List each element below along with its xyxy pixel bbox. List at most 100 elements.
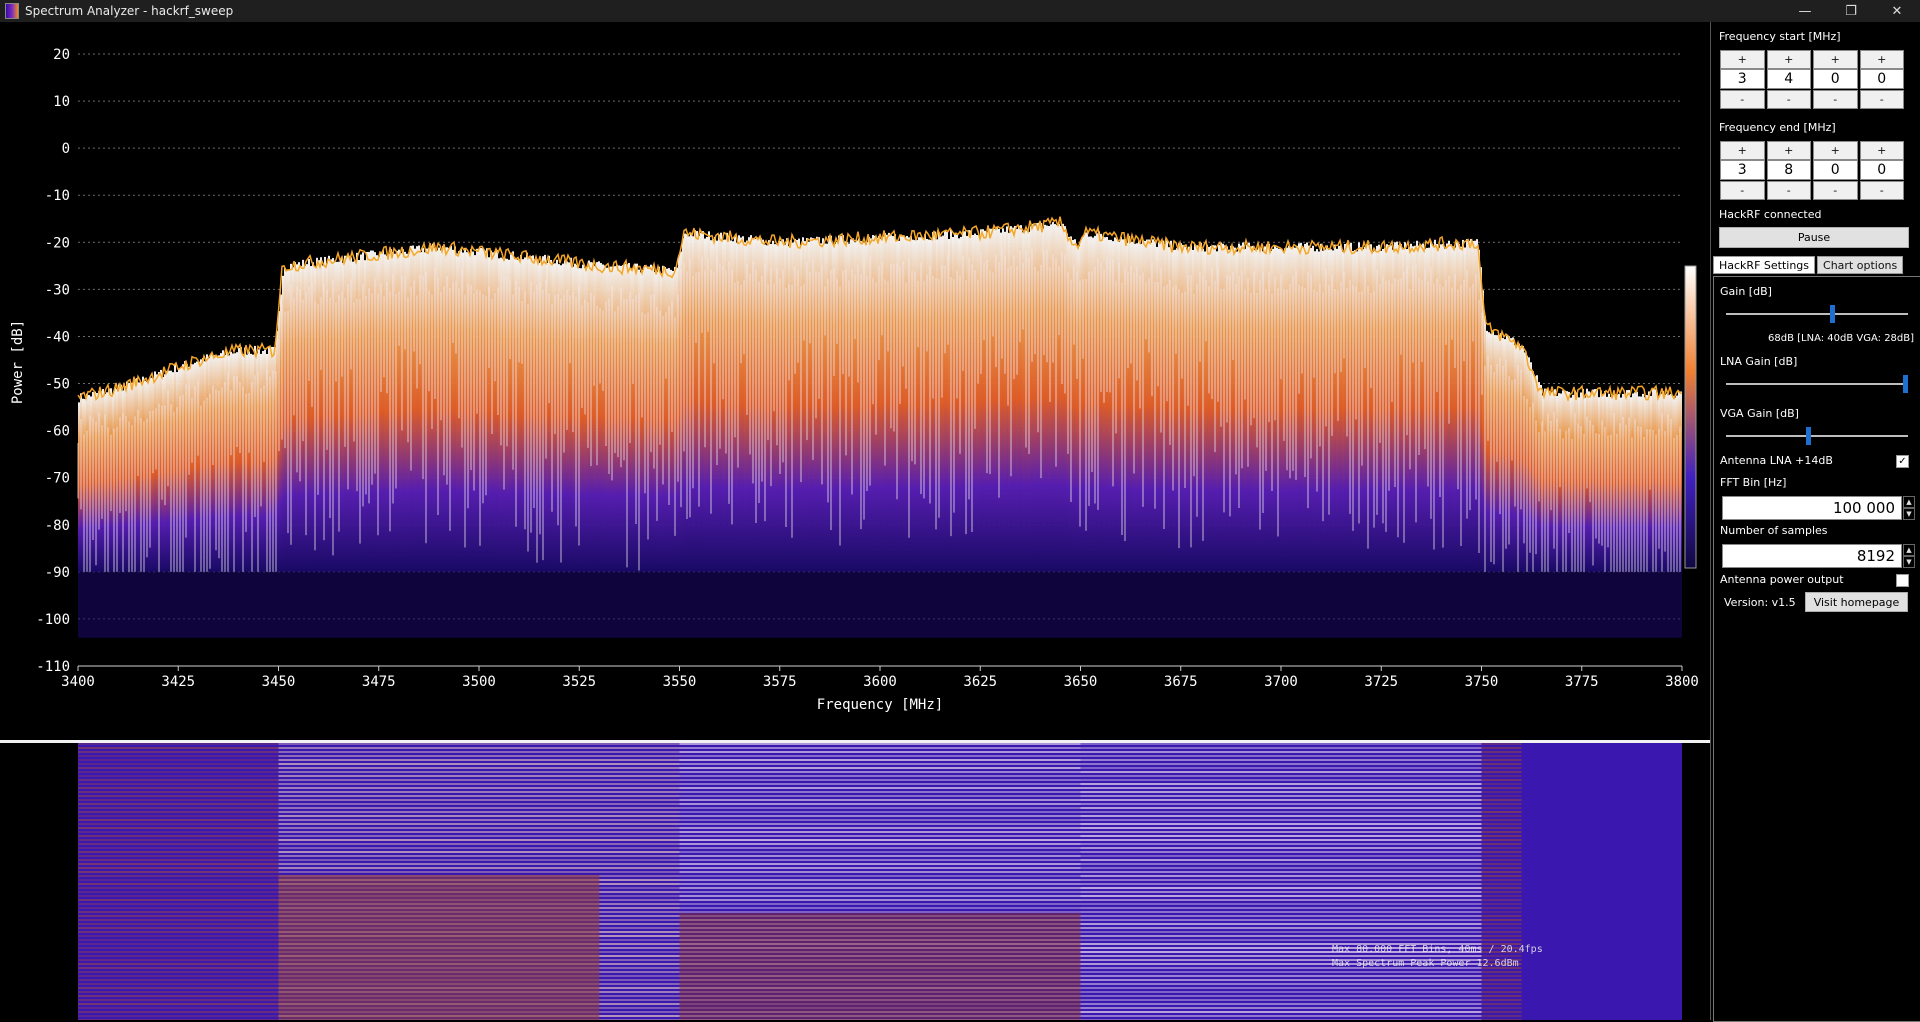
heat-floor bbox=[1018, 571, 1020, 638]
freq-start-digit-4[interactable]: 0 bbox=[1859, 69, 1904, 89]
close-button[interactable]: ✕ bbox=[1874, 0, 1920, 22]
freq-end-plus-3[interactable]: + bbox=[1813, 141, 1858, 160]
fft-bin-spin-arrows[interactable]: ▲ ▼ bbox=[1903, 496, 1915, 520]
tab-hackrf-settings[interactable]: HackRF Settings bbox=[1713, 256, 1816, 274]
heat-floor bbox=[1534, 571, 1536, 638]
lna-gain-slider[interactable] bbox=[1726, 375, 1908, 393]
visit-homepage-button[interactable]: Visit homepage bbox=[1805, 592, 1908, 612]
freq-start-digit-3[interactable]: 0 bbox=[1813, 69, 1858, 89]
samples-up-icon[interactable]: ▲ bbox=[1903, 544, 1915, 556]
samples-down-icon[interactable]: ▼ bbox=[1903, 556, 1915, 568]
fft-bin-down-icon[interactable]: ▼ bbox=[1903, 508, 1915, 520]
heat-floor bbox=[1028, 571, 1030, 638]
heat-floor bbox=[1198, 571, 1200, 638]
heat-floor bbox=[444, 571, 446, 638]
heat-floor bbox=[1516, 571, 1518, 638]
freq-start-plus-3[interactable]: + bbox=[1813, 50, 1858, 69]
waterfall-row bbox=[679, 859, 1081, 861]
gain-slider-thumb[interactable] bbox=[1829, 305, 1835, 323]
heat-floor bbox=[1614, 571, 1616, 638]
heat-floor bbox=[696, 571, 698, 638]
heat-floor bbox=[1396, 571, 1398, 638]
waterfall-row bbox=[78, 759, 279, 761]
heat-floor bbox=[232, 571, 234, 638]
waterfall-row bbox=[1080, 839, 1482, 841]
antenna-power-checkbox[interactable] bbox=[1896, 574, 1909, 587]
heat-floor bbox=[1380, 571, 1382, 638]
heat-floor bbox=[528, 571, 530, 638]
heat-floor bbox=[690, 571, 692, 638]
samples-input[interactable]: 8192 bbox=[1722, 544, 1902, 568]
heat-floor bbox=[218, 571, 220, 638]
freq-end-plus-1[interactable]: + bbox=[1720, 141, 1765, 160]
heat-floor bbox=[1372, 571, 1374, 638]
heat-floor bbox=[1616, 571, 1618, 638]
heat-floor bbox=[1468, 571, 1470, 638]
heat-floor bbox=[600, 571, 602, 638]
minimize-button[interactable]: — bbox=[1782, 0, 1828, 22]
vga-gain-slider[interactable] bbox=[1726, 427, 1908, 445]
heat-floor bbox=[1006, 571, 1008, 638]
heat-floor bbox=[836, 571, 838, 638]
waterfall-row bbox=[1080, 847, 1482, 849]
heat-floor bbox=[652, 571, 654, 638]
waterfall-row bbox=[1481, 811, 1522, 813]
freq-end-digit-3[interactable]: 0 bbox=[1813, 160, 1858, 180]
heat-floor bbox=[756, 571, 758, 638]
heat-floor bbox=[1216, 571, 1218, 638]
heat-floor bbox=[190, 571, 192, 638]
heat-floor bbox=[1118, 571, 1120, 638]
freq-start-digit-2[interactable]: 4 bbox=[1766, 69, 1811, 89]
freq-start-minus-2[interactable]: - bbox=[1766, 90, 1811, 109]
waterfall-row bbox=[78, 883, 279, 885]
waterfall-row bbox=[679, 791, 1081, 793]
heat-floor bbox=[1584, 571, 1586, 638]
freq-end-minus-3[interactable]: - bbox=[1813, 181, 1858, 200]
lna-gain-slider-thumb[interactable] bbox=[1903, 375, 1908, 393]
heat-floor bbox=[204, 571, 206, 638]
restore-button[interactable]: ❐ bbox=[1828, 0, 1874, 22]
freq-end-digit-2[interactable]: 8 bbox=[1766, 160, 1811, 180]
samples-spin-arrows[interactable]: ▲ ▼ bbox=[1903, 544, 1915, 568]
waterfall-display[interactable] bbox=[0, 743, 1710, 1020]
freq-end-plus-2[interactable]: + bbox=[1766, 141, 1811, 160]
heat-floor bbox=[1662, 571, 1664, 638]
heat-floor bbox=[878, 571, 880, 638]
heat-floor bbox=[136, 571, 138, 638]
fft-bin-input[interactable]: 100 000 bbox=[1722, 496, 1902, 520]
waterfall-row bbox=[1481, 851, 1522, 853]
freq-start-plus-1[interactable]: + bbox=[1720, 50, 1765, 69]
freq-end-minus-2[interactable]: - bbox=[1766, 181, 1811, 200]
waterfall-row bbox=[1080, 851, 1482, 853]
freq-start-minus-4[interactable]: - bbox=[1859, 90, 1904, 109]
heat-floor bbox=[1008, 571, 1010, 638]
freq-end-digit-1[interactable]: 3 bbox=[1720, 160, 1765, 180]
freq-end-plus-4[interactable]: + bbox=[1859, 141, 1904, 160]
waterfall-row bbox=[1080, 807, 1482, 809]
freq-end-digit-4[interactable]: 0 bbox=[1859, 160, 1904, 180]
fft-bin-up-icon[interactable]: ▲ bbox=[1903, 496, 1915, 508]
freq-end-minus-1[interactable]: - bbox=[1720, 181, 1765, 200]
spectrum-chart[interactable]: 20 10 0 -10 -20 -30 -40 -50 -60 -70 -80 -90 -100 -110… bbox=[0, 22, 1710, 740]
waterfall-row bbox=[1481, 803, 1522, 805]
heat-floor bbox=[706, 571, 708, 638]
freq-end-minus-4[interactable]: - bbox=[1859, 181, 1904, 200]
heat-floor bbox=[148, 571, 150, 638]
tab-chart-options[interactable]: Chart options bbox=[1817, 256, 1904, 274]
freq-start-minus-1[interactable]: - bbox=[1720, 90, 1765, 109]
gain-slider[interactable] bbox=[1726, 305, 1908, 323]
heat-floor bbox=[994, 571, 996, 638]
heat-floor bbox=[1114, 571, 1116, 638]
vga-gain-slider-thumb[interactable] bbox=[1805, 427, 1811, 445]
freq-start-digit-1[interactable]: 3 bbox=[1720, 69, 1765, 89]
heat-floor bbox=[546, 571, 548, 638]
freq-start-minus-3[interactable]: - bbox=[1813, 90, 1858, 109]
y-tick-label: -40 bbox=[45, 329, 70, 345]
heat-floor bbox=[866, 571, 868, 638]
heat-floor bbox=[1456, 571, 1458, 638]
freq-start-plus-4[interactable]: + bbox=[1859, 50, 1904, 69]
heat-floor bbox=[282, 571, 284, 638]
antenna-lna-checkbox[interactable]: ✓ bbox=[1896, 455, 1909, 468]
freq-start-plus-2[interactable]: + bbox=[1766, 50, 1811, 69]
pause-button[interactable]: Pause bbox=[1719, 227, 1909, 248]
